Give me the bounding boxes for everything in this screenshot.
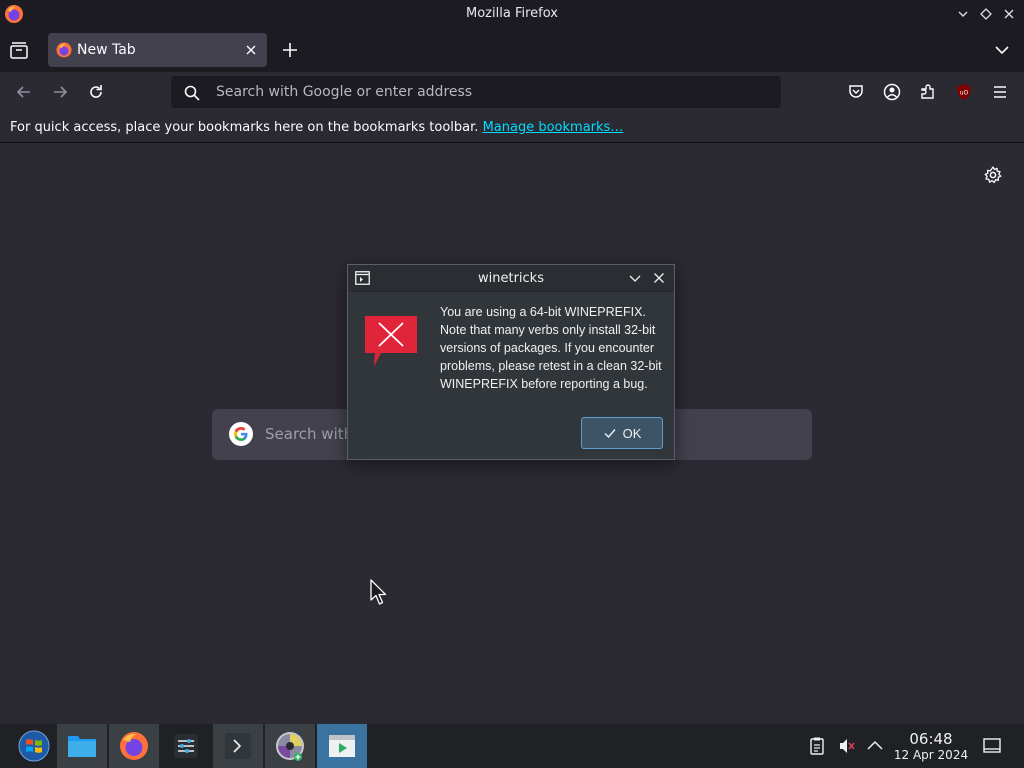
ok-button-label: OK: [622, 425, 642, 441]
svg-text:uO: uO: [960, 90, 969, 97]
tab-strip: New Tab: [0, 28, 1024, 72]
tab-label: New Tab: [77, 42, 136, 58]
taskbar-terminal[interactable]: [213, 724, 263, 768]
list-all-tabs-icon[interactable]: [992, 40, 1012, 60]
address-input[interactable]: [216, 81, 766, 103]
url-bar[interactable]: [171, 76, 781, 108]
new-tab-plus-icon[interactable]: [280, 40, 300, 60]
taskbar-winetricks[interactable]: [317, 724, 367, 768]
gear-icon[interactable]: [983, 165, 1003, 185]
taskbar-disc-burner[interactable]: [265, 724, 315, 768]
mouse-cursor-icon: [370, 579, 387, 605]
ok-button[interactable]: OK: [581, 417, 663, 449]
search-icon: [184, 85, 200, 101]
dialog-title: winetricks: [478, 271, 544, 286]
error-icon: [365, 316, 417, 366]
close-icon: [1004, 9, 1014, 19]
start-menu-button[interactable]: [9, 724, 59, 768]
taskbar-system-settings[interactable]: [161, 724, 211, 768]
terminal-icon: [225, 733, 251, 759]
clock-date: 12 Apr 2024: [893, 748, 969, 762]
close-icon[interactable]: [652, 271, 666, 285]
hamburger-menu-icon[interactable]: [990, 82, 1010, 102]
manage-bookmarks-link[interactable]: Manage bookmarks…: [483, 120, 624, 135]
reload-icon[interactable]: [86, 82, 106, 102]
volume-muted-icon[interactable]: [837, 736, 857, 756]
maximize-button[interactable]: [977, 5, 995, 23]
clipboard-icon[interactable]: [807, 736, 827, 756]
firefox-icon: [120, 732, 148, 760]
close-tab-icon[interactable]: [243, 42, 259, 58]
firefox-icon: [56, 42, 72, 58]
minimize-button[interactable]: [954, 5, 972, 23]
tab-new-tab[interactable]: New Tab: [48, 33, 267, 67]
dialog-message: You are using a 64-bit WINEPREFIX. Note …: [440, 305, 662, 391]
checkmark-icon: [604, 429, 616, 439]
chevron-up-icon[interactable]: [865, 736, 885, 756]
extensions-puzzle-icon[interactable]: [918, 82, 938, 102]
taskbar-file-manager[interactable]: [57, 724, 107, 768]
folder-icon: [68, 736, 96, 757]
window-titlebar: Mozilla Firefox: [0, 0, 1024, 28]
taskbar-clock[interactable]: 06:48 12 Apr 2024: [892, 730, 970, 762]
dialog-titlebar: winetricks: [348, 265, 674, 292]
winetricks-window-icon: [329, 735, 355, 757]
chevron-down-icon: [958, 11, 968, 17]
bookmarks-toolbar: For quick access, place your bookmarks h…: [0, 112, 1024, 143]
taskbar-firefox[interactable]: [109, 724, 159, 768]
close-window-button[interactable]: [1000, 5, 1018, 23]
window-title: Mozilla Firefox: [466, 6, 558, 21]
pocket-icon[interactable]: [846, 82, 866, 102]
account-icon[interactable]: [882, 82, 902, 102]
clock-time: 06:48: [909, 730, 953, 748]
bookmarks-hint-text: For quick access, place your bookmarks h…: [10, 120, 479, 135]
disc-icon: [276, 732, 304, 761]
winetricks-dialog: winetricks You are using a 64-bit WINEPR…: [347, 264, 675, 460]
back-arrow-icon[interactable]: [14, 82, 34, 102]
google-logo-icon: [229, 422, 253, 446]
settings-sliders-icon: [174, 734, 198, 758]
forward-arrow-icon[interactable]: [50, 82, 70, 102]
firefox-view-icon[interactable]: [8, 40, 30, 62]
taskbar: 06:48 12 Apr 2024: [0, 724, 1024, 768]
diamond-icon: [980, 8, 992, 20]
chevron-down-icon[interactable]: [628, 271, 642, 285]
navigation-toolbar: uO: [0, 72, 1024, 112]
ublock-origin-icon[interactable]: uO: [954, 82, 974, 102]
show-desktop-icon[interactable]: [982, 736, 1002, 756]
windows-start-orb-icon: [18, 730, 50, 762]
